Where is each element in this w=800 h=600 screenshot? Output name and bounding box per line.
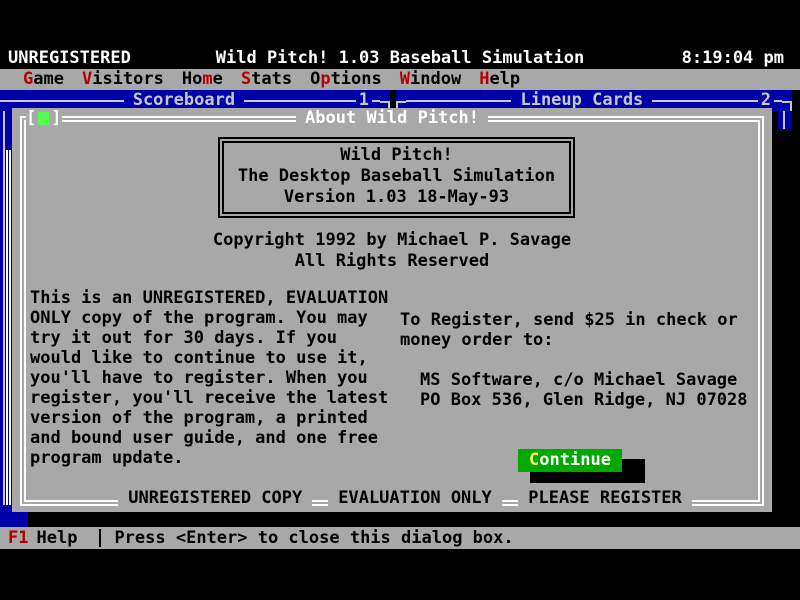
menu-home[interactable]: Home <box>173 69 232 90</box>
menu-help[interactable]: Help <box>470 69 529 90</box>
menu-stats[interactable]: Stats <box>232 69 301 90</box>
frame-line <box>12 100 124 102</box>
menu-visitors[interactable]: Visitors <box>73 69 173 90</box>
f1-help-shortcut[interactable]: F1 <box>8 528 28 549</box>
app-title: Wild Pitch! 1.03 Baseball Simulation <box>216 48 584 69</box>
background-window-frame <box>6 150 11 512</box>
program-version: Version 1.03 18-May-93 <box>224 187 569 208</box>
copyright-line: Copyright 1992 by Michael P. Savage <box>12 230 772 251</box>
top-bar: UNREGISTERED Wild Pitch! 1.03 Baseball S… <box>0 48 800 69</box>
about-dialog: [] About Wild Pitch! Wild Pitch! The Des… <box>12 108 772 512</box>
frame-corner <box>782 101 792 111</box>
frame-line <box>783 111 785 130</box>
lineup-window-right-frame <box>778 111 792 130</box>
program-info-box: Wild Pitch! The Desktop Baseball Simulat… <box>218 137 575 218</box>
menu-game[interactable]: Game <box>14 69 73 90</box>
help-label[interactable]: Help <box>36 528 77 549</box>
evaluation-text: This is an UNREGISTERED, EVALUATION ONLY… <box>30 288 388 468</box>
rights-line: All Rights Reserved <box>12 251 772 272</box>
status-bar: F1 Help Press <Enter> to close this dial… <box>0 527 800 549</box>
continue-button[interactable]: Continue <box>518 449 622 472</box>
registration-status: UNREGISTERED <box>8 48 131 69</box>
menu-window[interactable]: Window <box>391 69 470 90</box>
footer-evaluation: EVALUATION ONLY <box>328 488 502 509</box>
frame-line <box>652 100 757 102</box>
register-address: MS Software, c/o Michael Savage PO Box 5… <box>420 370 748 410</box>
menu-options[interactable]: Options <box>301 69 391 90</box>
dialog-title: About Wild Pitch! <box>296 108 488 129</box>
dos-screen: UNREGISTERED Wild Pitch! 1.03 Baseball S… <box>0 0 800 600</box>
menu-bar: Game Visitors Home Stats Options Window … <box>0 69 800 90</box>
frame-line <box>0 100 12 102</box>
status-separator <box>99 529 101 547</box>
frame-line <box>406 100 511 102</box>
dialog-shadow <box>32 512 792 527</box>
frame-line <box>774 100 782 102</box>
frame-line <box>244 100 356 102</box>
close-icon <box>38 112 49 125</box>
window-close-button[interactable]: [] <box>26 108 62 129</box>
copyright-block: Copyright 1992 by Michael P. Savage All … <box>12 230 772 272</box>
register-instructions: To Register, send $25 in check or money … <box>400 310 738 350</box>
clock: 8:19:04 pm <box>682 48 784 69</box>
program-name: Wild Pitch! <box>224 145 569 166</box>
program-subtitle: The Desktop Baseball Simulation <box>224 166 569 187</box>
frame-line <box>372 100 380 102</box>
status-message: Press <Enter> to close this dialog box. <box>114 528 513 549</box>
footer-unregistered: UNREGISTERED COPY <box>118 488 312 509</box>
dialog-shadow <box>772 129 792 527</box>
frame-line <box>3 111 5 527</box>
footer-register: PLEASE REGISTER <box>518 488 692 509</box>
